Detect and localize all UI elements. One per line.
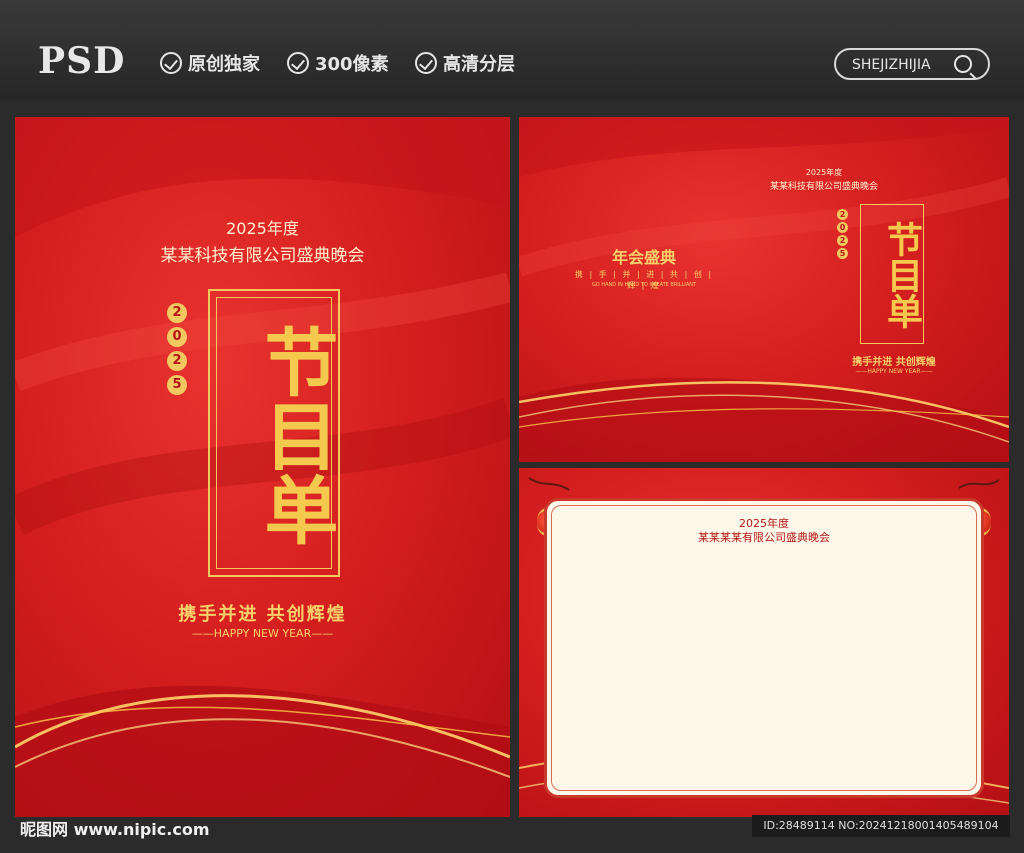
year-digit: 2 [837, 235, 848, 246]
feature-label: 原创独家 [188, 54, 260, 75]
program-card: 2025年度 某某某某有限公司盛典晚会 [544, 498, 984, 798]
site-watermark: 昵图网 www.nipic.com [20, 820, 210, 839]
gala-title: 年会盛典 [611, 248, 676, 267]
program-title: 节目单 [252, 324, 338, 546]
check-circle-icon [287, 52, 309, 74]
company-name: 某某科技有限公司盛典晚会 [769, 182, 878, 192]
year-badge-column: 2 0 2 5 [837, 209, 848, 261]
feature-layers: 高清分层 [415, 50, 515, 76]
cover-portrait-panel: 2025年度 某某科技有限公司盛典晚会 2 0 2 5 节目单 携手并进 共创辉… [15, 117, 510, 817]
company-name: 某某某某有限公司盛典晚会 [698, 531, 830, 544]
feature-label: 高清分层 [443, 54, 515, 75]
search-icon [954, 55, 972, 73]
year-badge-column: 2 0 2 5 [167, 303, 187, 399]
year-digit: 5 [837, 248, 848, 259]
happy-new-year-text: ——HAPPY NEW YEAR—— [191, 627, 334, 640]
year-digit: 5 [167, 375, 187, 395]
search-button[interactable]: SHEJIZHIJIA [834, 48, 990, 80]
year-digit: 2 [837, 209, 848, 220]
program-title: 节目单 [881, 221, 922, 329]
year-digit: 0 [167, 327, 187, 347]
feature-label: 300像素 [315, 54, 389, 75]
event-year: 2025年度 [805, 168, 843, 177]
program-inner-panel: 2025年度 某某某某有限公司盛典晚会 [519, 468, 1009, 817]
title-frame: 节目单 [860, 204, 924, 344]
check-circle-icon [160, 52, 182, 74]
image-id-watermark: ID:28489114 NO:20241218001405489104 [752, 815, 1010, 837]
company-name: 某某科技有限公司盛典晚会 [160, 246, 365, 266]
event-year: 2025年度 [226, 219, 299, 238]
year-digit: 0 [837, 222, 848, 233]
happy-new-year-text: ——HAPPY NEW YEAR—— [855, 368, 933, 375]
slogan: 携手并进 共创辉煌 [178, 604, 347, 625]
slogan: 携手并进 共创辉煌 [852, 357, 936, 368]
check-circle-icon [415, 52, 437, 74]
search-label: SHEJIZHIJIA [852, 57, 931, 73]
cover-wide-panel: 年会盛典 携 | 手 | 并 | 进 | 共 | 创 | 辉 | 煌 GO HA… [519, 117, 1009, 462]
title-frame: 节目单 [208, 289, 340, 577]
psd-logo: PSD [38, 40, 126, 82]
feature-resolution: 300像素 [287, 50, 389, 76]
year-digit: 2 [167, 351, 187, 371]
gala-english: GO HAND IN HAND TO CREATE BRILLIANT [591, 282, 697, 288]
feature-original: 原创独家 [160, 50, 260, 76]
year-digit: 2 [167, 303, 187, 323]
